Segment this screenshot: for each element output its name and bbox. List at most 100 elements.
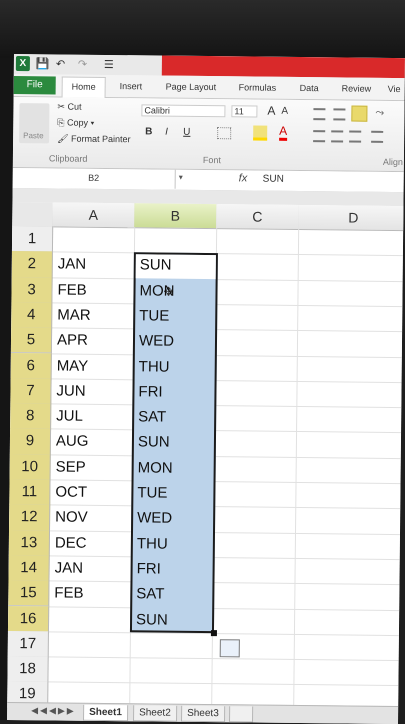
row-header[interactable]: 6 bbox=[10, 352, 52, 380]
excel-app-icon[interactable]: X bbox=[15, 56, 30, 72]
save-icon[interactable]: 💾 bbox=[36, 57, 50, 71]
cell-a[interactable]: JAN bbox=[58, 256, 87, 273]
sheet-nav-arrows-icon[interactable]: ◀◀◀▶▶ bbox=[31, 705, 76, 716]
customize-qat-icon[interactable]: ☰ bbox=[104, 58, 114, 72]
tab-data[interactable]: Data bbox=[300, 80, 319, 96]
select-all-corner[interactable] bbox=[12, 201, 54, 228]
cell-a[interactable]: AUG bbox=[56, 433, 89, 450]
worksheet-grid[interactable]: A B C D ✥ 1 2 JAN SUN 3 FEB MON 4 MAR TUE 5 APR WED 6… bbox=[7, 201, 405, 712]
align-center-icon[interactable] bbox=[331, 130, 344, 143]
cell-b[interactable]: WED bbox=[139, 333, 174, 350]
row-header[interactable]: 13 bbox=[8, 529, 51, 557]
column-header-a[interactable]: A bbox=[52, 202, 136, 229]
cell-a[interactable]: JUL bbox=[56, 408, 83, 425]
insert-sheet-icon[interactable] bbox=[229, 706, 254, 723]
row-header[interactable]: 12 bbox=[9, 504, 51, 531]
cell-b[interactable]: SUN bbox=[140, 257, 172, 274]
row-header[interactable]: 3 bbox=[11, 276, 53, 304]
cell-b[interactable]: SUN bbox=[138, 434, 170, 451]
cell-a[interactable]: MAR bbox=[57, 306, 91, 323]
row-header[interactable]: 5 bbox=[10, 327, 53, 354]
autofill-options-icon[interactable] bbox=[219, 638, 240, 658]
tab-file[interactable]: File bbox=[13, 75, 56, 95]
cell-a[interactable]: JAN bbox=[55, 559, 84, 576]
row-header[interactable]: 16 bbox=[7, 605, 50, 633]
cell-b[interactable]: FRI bbox=[137, 560, 161, 577]
cell-a[interactable]: MAY bbox=[57, 357, 89, 374]
row-header[interactable]: 17 bbox=[7, 630, 49, 658]
paste-button[interactable]: Paste bbox=[19, 103, 50, 144]
cell-b[interactable]: SUN bbox=[136, 611, 168, 628]
row-header[interactable]: 1 bbox=[11, 225, 54, 253]
tab-home[interactable]: Home bbox=[61, 76, 106, 98]
row-header[interactable]: 14 bbox=[8, 554, 50, 582]
fill-handle[interactable] bbox=[210, 629, 217, 636]
sheet-tab-1[interactable]: Sheet1 bbox=[83, 704, 128, 722]
redo-icon[interactable]: ↷ bbox=[78, 58, 87, 72]
cell-a[interactable]: APR bbox=[57, 332, 88, 349]
cell-a[interactable]: FEB bbox=[57, 281, 86, 298]
cell-a[interactable]: JUN bbox=[56, 382, 85, 399]
cell-b[interactable]: MON bbox=[138, 459, 173, 476]
tab-insert[interactable]: Insert bbox=[120, 78, 143, 94]
row-header[interactable]: 7 bbox=[10, 377, 52, 405]
font-size-select[interactable]: 11 bbox=[231, 105, 258, 118]
column-header-d[interactable]: D bbox=[298, 204, 405, 232]
font-color-icon[interactable]: A bbox=[279, 123, 288, 141]
tab-formulas[interactable]: Formulas bbox=[239, 79, 277, 95]
cell-a[interactable]: FEB bbox=[54, 585, 83, 602]
cell-b[interactable]: THU bbox=[139, 358, 170, 375]
cell-b[interactable]: FRI bbox=[138, 383, 162, 400]
borders-icon[interactable] bbox=[217, 127, 232, 140]
align-top-icon[interactable] bbox=[313, 108, 326, 121]
column-header-c[interactable]: C bbox=[216, 204, 300, 230]
format-painter-button[interactable]: 🖌 Format Painter bbox=[57, 133, 131, 145]
align-left-icon[interactable] bbox=[313, 130, 326, 143]
cell-b[interactable]: TUE bbox=[139, 307, 169, 324]
row-header[interactable]: 4 bbox=[11, 301, 53, 329]
sheet-tab-2[interactable]: Sheet2 bbox=[133, 705, 177, 722]
row-header[interactable]: 9 bbox=[9, 428, 52, 456]
row-header[interactable]: 8 bbox=[10, 403, 52, 430]
cell-b[interactable]: SAT bbox=[136, 585, 164, 602]
shrink-font-button[interactable]: A bbox=[281, 106, 288, 117]
row-header[interactable]: 15 bbox=[8, 580, 50, 607]
row-header[interactable]: 11 bbox=[9, 478, 51, 506]
font-name-select[interactable]: Calibri bbox=[141, 104, 226, 118]
grid-line bbox=[50, 428, 402, 434]
cell-a[interactable]: OCT bbox=[55, 483, 87, 500]
cell-b[interactable]: WED bbox=[137, 510, 172, 527]
underline-button[interactable]: U bbox=[183, 127, 190, 138]
grid-line bbox=[51, 251, 403, 257]
fill-color-icon[interactable] bbox=[253, 125, 268, 141]
insert-function-icon[interactable]: fx bbox=[239, 172, 248, 184]
cell-a[interactable]: SEP bbox=[56, 458, 86, 475]
cell-b[interactable]: MON bbox=[139, 282, 174, 299]
tab-page-layout[interactable]: Page Layout bbox=[166, 79, 217, 96]
bold-button[interactable]: B bbox=[145, 126, 152, 137]
italic-button[interactable]: I bbox=[165, 127, 168, 138]
cell-b[interactable]: TUE bbox=[137, 484, 167, 501]
orientation-icon[interactable]: ⤳ bbox=[375, 107, 384, 120]
formula-input[interactable]: SUN bbox=[263, 174, 284, 185]
tab-view[interactable]: Vie bbox=[388, 81, 401, 97]
grow-font-button[interactable]: A bbox=[267, 104, 275, 118]
indent-icon[interactable] bbox=[371, 130, 384, 143]
cell-b[interactable]: THU bbox=[137, 535, 168, 552]
row-header[interactable]: 18 bbox=[7, 656, 49, 683]
tab-review[interactable]: Review bbox=[342, 80, 372, 96]
cell-b[interactable]: SAT bbox=[138, 408, 166, 425]
undo-icon[interactable]: ↶ bbox=[56, 57, 65, 71]
cell-a[interactable]: DEC bbox=[55, 534, 87, 551]
cut-button[interactable]: ✂ Cut bbox=[57, 101, 81, 112]
align-middle-icon[interactable] bbox=[333, 108, 346, 121]
align-bottom-icon[interactable] bbox=[351, 105, 368, 122]
cell-a[interactable]: NOV bbox=[55, 509, 88, 526]
row-header[interactable]: 2 bbox=[11, 251, 53, 279]
column-header-b[interactable]: B bbox=[134, 203, 218, 230]
row-header[interactable]: 10 bbox=[9, 453, 51, 481]
name-box[interactable]: B2 bbox=[12, 167, 176, 189]
align-right-icon[interactable] bbox=[349, 130, 362, 143]
copy-button[interactable]: ⎘ Copy ▾ bbox=[57, 117, 94, 128]
name-box-dropdown-icon[interactable]: ▾ bbox=[179, 173, 183, 182]
